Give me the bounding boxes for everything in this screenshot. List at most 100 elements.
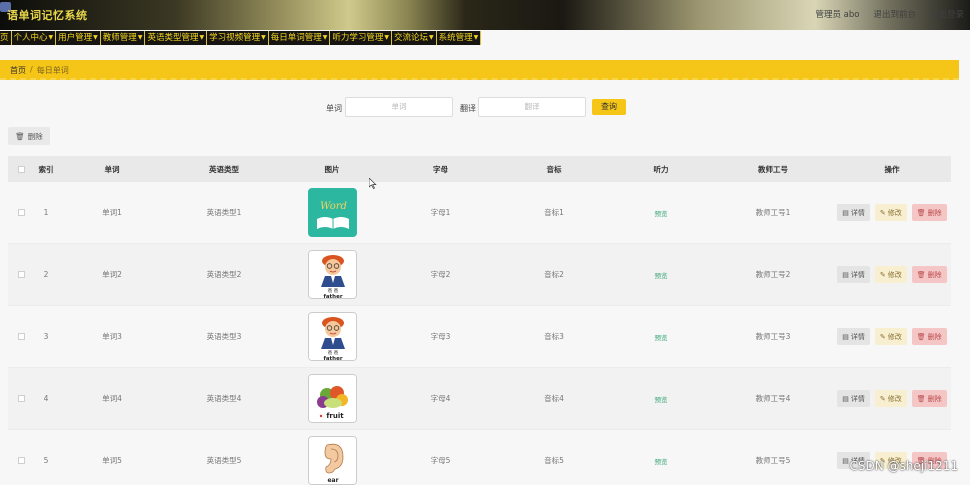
nav-label: 个人中心 bbox=[13, 33, 48, 43]
ear-image[interactable]: ear bbox=[307, 436, 357, 485]
cell-index: 4 bbox=[43, 394, 49, 403]
nav-home[interactable]: 页 bbox=[0, 31, 12, 45]
pencil-icon: ✎ bbox=[879, 208, 886, 217]
delete-button[interactable]: 🗑 删除 bbox=[911, 390, 947, 407]
delete-button[interactable]: 🗑 删除 bbox=[911, 204, 947, 221]
nav-listening-manage[interactable]: 听力学习管理 ▼ bbox=[330, 31, 392, 45]
nav-label: 页 bbox=[0, 33, 9, 43]
cell-listening: 预览 bbox=[609, 306, 713, 367]
chevron-down-icon: ▼ bbox=[48, 34, 54, 41]
nav-forum[interactable]: 交流论坛 ▼ bbox=[392, 31, 437, 45]
father-image[interactable]: 爸 爸 father bbox=[307, 312, 357, 361]
mouse-cursor-icon bbox=[369, 178, 377, 189]
edit-button[interactable]: ✎ 修改 bbox=[874, 204, 907, 221]
listen-preview-link[interactable]: 预览 bbox=[655, 332, 668, 342]
row-select-cell bbox=[8, 368, 34, 429]
batch-delete-label: 删除 bbox=[27, 131, 43, 141]
chevron-down-icon: ▼ bbox=[199, 34, 205, 41]
nav-label: 教师管理 bbox=[102, 33, 137, 43]
edit-button[interactable]: ✎ 修改 bbox=[874, 328, 907, 345]
breadcrumb-current: 每日单词 bbox=[36, 66, 69, 75]
nav-video-manage[interactable]: 学习视频管理 ▼ bbox=[207, 31, 269, 45]
nav-user-manage[interactable]: 用户管理 ▼ bbox=[56, 31, 101, 45]
detail-button[interactable]: ▤ 详情 bbox=[837, 266, 870, 283]
father-illustration: 爸 爸 father bbox=[308, 251, 356, 298]
translate-search-input[interactable]: 翻译 bbox=[478, 97, 586, 117]
delete-button[interactable]: 🗑 删除 bbox=[911, 266, 947, 283]
father-image[interactable]: 爸 爸 father bbox=[307, 250, 357, 299]
cell-type: 英语类型4 bbox=[206, 394, 242, 403]
fruit-image[interactable]: fruit bbox=[307, 374, 357, 423]
cell-letter: 字母3 bbox=[430, 332, 451, 341]
nav-system-manage[interactable]: 系统管理 ▼ bbox=[436, 31, 482, 45]
detail-button[interactable]: ▤ 详情 bbox=[837, 390, 870, 407]
table-row: 2 单词2 英语类型2 爸 爸 father 字母2 音标2 预览 教师工号2 … bbox=[8, 244, 951, 306]
listen-preview-link[interactable]: 预览 bbox=[655, 270, 668, 280]
cell-image: 爸 爸 father bbox=[282, 306, 382, 367]
cell-letter: 字母1 bbox=[430, 208, 451, 217]
row-checkbox[interactable] bbox=[17, 209, 25, 216]
pencil-icon: ✎ bbox=[879, 270, 886, 279]
detail-button[interactable]: ▤ 详情 bbox=[837, 328, 870, 345]
header-links: 管理员 abo 退出到前台 退出登录 bbox=[815, 8, 964, 20]
trash-icon: 🗑 bbox=[15, 131, 25, 141]
delete-button[interactable]: 🗑 删除 bbox=[911, 328, 947, 345]
word-search-input[interactable]: 单词 bbox=[345, 97, 453, 117]
edit-button[interactable]: ✎ 修改 bbox=[874, 390, 907, 407]
cell-type: 英语类型3 bbox=[206, 332, 242, 341]
nav-english-type-manage[interactable]: 英语类型管理 ▼ bbox=[145, 31, 208, 45]
delete-label: 删除 bbox=[927, 332, 942, 341]
nav-daily-word-manage[interactable]: 每日单词管理 ▼ bbox=[268, 31, 331, 45]
batch-delete-button[interactable]: 🗑 删除 bbox=[8, 127, 50, 145]
row-checkbox[interactable] bbox=[17, 271, 25, 278]
row-select-cell bbox=[8, 244, 34, 305]
delete-label: 删除 bbox=[927, 394, 942, 403]
father-illustration: 爸 爸 father bbox=[308, 313, 356, 361]
logout-link[interactable]: 退出登录 bbox=[930, 8, 964, 20]
word-book-image[interactable]: Word bbox=[307, 188, 357, 237]
ear-caption: ear bbox=[327, 477, 338, 484]
nav-teacher-manage[interactable]: 教师管理 ▼ bbox=[100, 31, 146, 45]
query-button[interactable]: 查询 bbox=[592, 99, 626, 115]
breadcrumb-home[interactable]: 首页 bbox=[10, 65, 26, 76]
row-checkbox[interactable] bbox=[17, 395, 25, 402]
main-nav: 页 个人中心 ▼ 用户管理 ▼ 教师管理 ▼ 英语类型管理 ▼ 学习视频管理 ▼ 每日单词… bbox=[0, 31, 482, 45]
nav-personal-center[interactable]: 个人中心 ▼ bbox=[11, 31, 57, 45]
detail-label: 详情 bbox=[850, 332, 865, 341]
father-caption-en: father bbox=[323, 356, 342, 361]
select-all-checkbox[interactable] bbox=[17, 165, 25, 173]
cell-phonetic: 音标4 bbox=[544, 394, 564, 403]
edit-label: 修改 bbox=[887, 394, 902, 403]
detail-button[interactable]: ▤ 详情 bbox=[837, 204, 870, 221]
nav-label: 听力学习管理 bbox=[332, 33, 384, 43]
back-to-front-link[interactable]: 退出到前台 bbox=[873, 8, 916, 20]
table-row: 3 单词3 英语类型3 爸 爸 father 字母3 音标3 预览 教师工号3 … bbox=[8, 306, 951, 368]
row-checkbox[interactable] bbox=[17, 333, 25, 340]
chevron-down-icon: ▼ bbox=[473, 34, 479, 41]
detail-label: 详情 bbox=[850, 394, 865, 403]
cell-phonetic: 音标3 bbox=[544, 332, 564, 341]
document-icon: ▤ bbox=[842, 332, 849, 341]
header-word: 单词 bbox=[104, 164, 120, 174]
header-listening: 听力 bbox=[653, 164, 669, 174]
trash-icon: 🗑 bbox=[916, 208, 926, 217]
table-row: 4 单词4 英语类型4 fruit 字母4 音标4 预览 教师工号4 ▤ 详情 … bbox=[8, 368, 951, 430]
top-header: 语单词记忆系统 管理员 abo 退出到前台 退出登录 bbox=[0, 0, 970, 30]
cell-teacher: 教师工号2 bbox=[755, 270, 791, 279]
cell-type: 英语类型5 bbox=[206, 456, 242, 465]
listen-preview-link[interactable]: 预览 bbox=[655, 394, 668, 404]
edit-label: 修改 bbox=[887, 332, 902, 341]
cell-image: 爸 爸 father bbox=[282, 244, 382, 305]
row-checkbox[interactable] bbox=[17, 457, 25, 464]
listen-preview-link[interactable]: 预览 bbox=[655, 456, 668, 466]
page: 语单词记忆系统 管理员 abo 退出到前台 退出登录 页 个人中心 ▼ 用户管理 ▼… bbox=[0, 0, 970, 485]
cell-listening: 预览 bbox=[609, 244, 713, 305]
cell-actions: ▤ 详情 ✎ 修改 🗑 删除 bbox=[833, 368, 951, 429]
select-all-cell bbox=[8, 156, 34, 182]
header-actions: 操作 bbox=[884, 164, 900, 174]
cell-actions: ▤ 详情 ✎ 修改 🗑 删除 bbox=[833, 306, 951, 367]
trash-icon: 🗑 bbox=[916, 270, 926, 279]
cell-index: 2 bbox=[43, 270, 49, 279]
edit-button[interactable]: ✎ 修改 bbox=[874, 266, 907, 283]
listen-preview-link[interactable]: 预览 bbox=[655, 208, 668, 218]
